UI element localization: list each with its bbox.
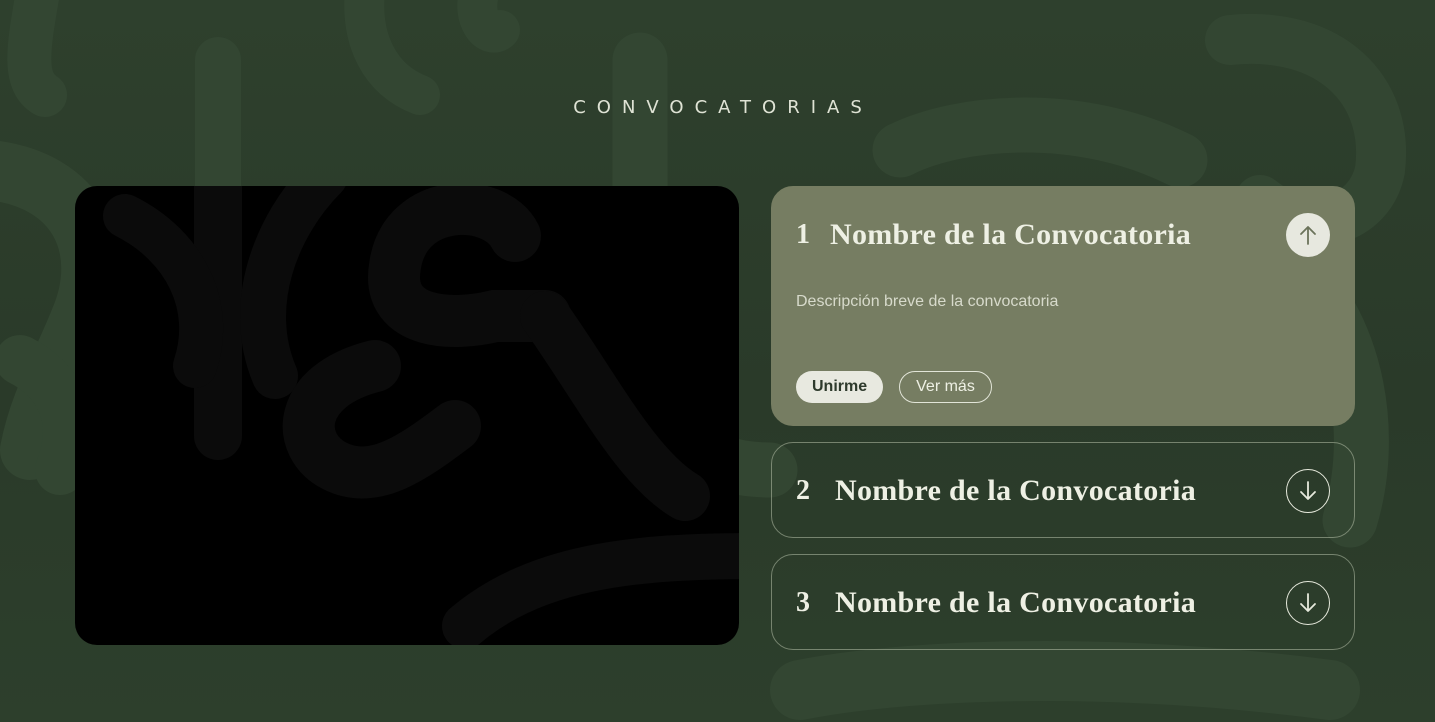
convocatoria-description: Descripción breve de la convocatoria <box>796 293 1059 310</box>
arrow-up-icon <box>1300 226 1316 245</box>
convocatoria-number: 1 <box>796 219 810 250</box>
convocatoria-number: 3 <box>796 587 810 618</box>
media-decoration <box>103 186 739 645</box>
arrow-down-icon <box>1300 593 1316 612</box>
convocatoria-card-1: 1 Nombre de la Convocatoria Descripción … <box>771 186 1355 426</box>
join-button[interactable]: Unirme <box>796 371 884 403</box>
convocatorias-section: CONVOCATORIAS 1 Nombre de la Convocatori… <box>0 0 1435 722</box>
see-more-button[interactable]: Ver más <box>899 371 992 403</box>
convocatoria-header-2[interactable]: 2 Nombre de la Convocatoria <box>796 443 1330 539</box>
convocatoria-number: 2 <box>796 475 810 506</box>
arrow-down-icon <box>1300 481 1316 500</box>
expand-button[interactable] <box>1286 581 1330 625</box>
convocatoria-header-3[interactable]: 3 Nombre de la Convocatoria <box>796 555 1330 651</box>
convocatoria-card-3[interactable]: 3 Nombre de la Convocatoria <box>771 554 1355 650</box>
collapse-button[interactable] <box>1286 213 1330 257</box>
video-placeholder[interactable] <box>75 186 739 645</box>
convocatoria-actions: Unirme Ver más <box>796 371 992 403</box>
convocatoria-name: Nombre de la Convocatoria <box>835 474 1197 507</box>
section-title: CONVOCATORIAS <box>573 97 873 118</box>
convocatoria-header-1[interactable]: 1 Nombre de la Convocatoria <box>796 187 1330 283</box>
convocatoria-card-2[interactable]: 2 Nombre de la Convocatoria <box>771 442 1355 538</box>
expand-button[interactable] <box>1286 469 1330 513</box>
convocatoria-name: Nombre de la Convocatoria <box>830 218 1192 251</box>
convocatoria-name: Nombre de la Convocatoria <box>835 586 1197 619</box>
